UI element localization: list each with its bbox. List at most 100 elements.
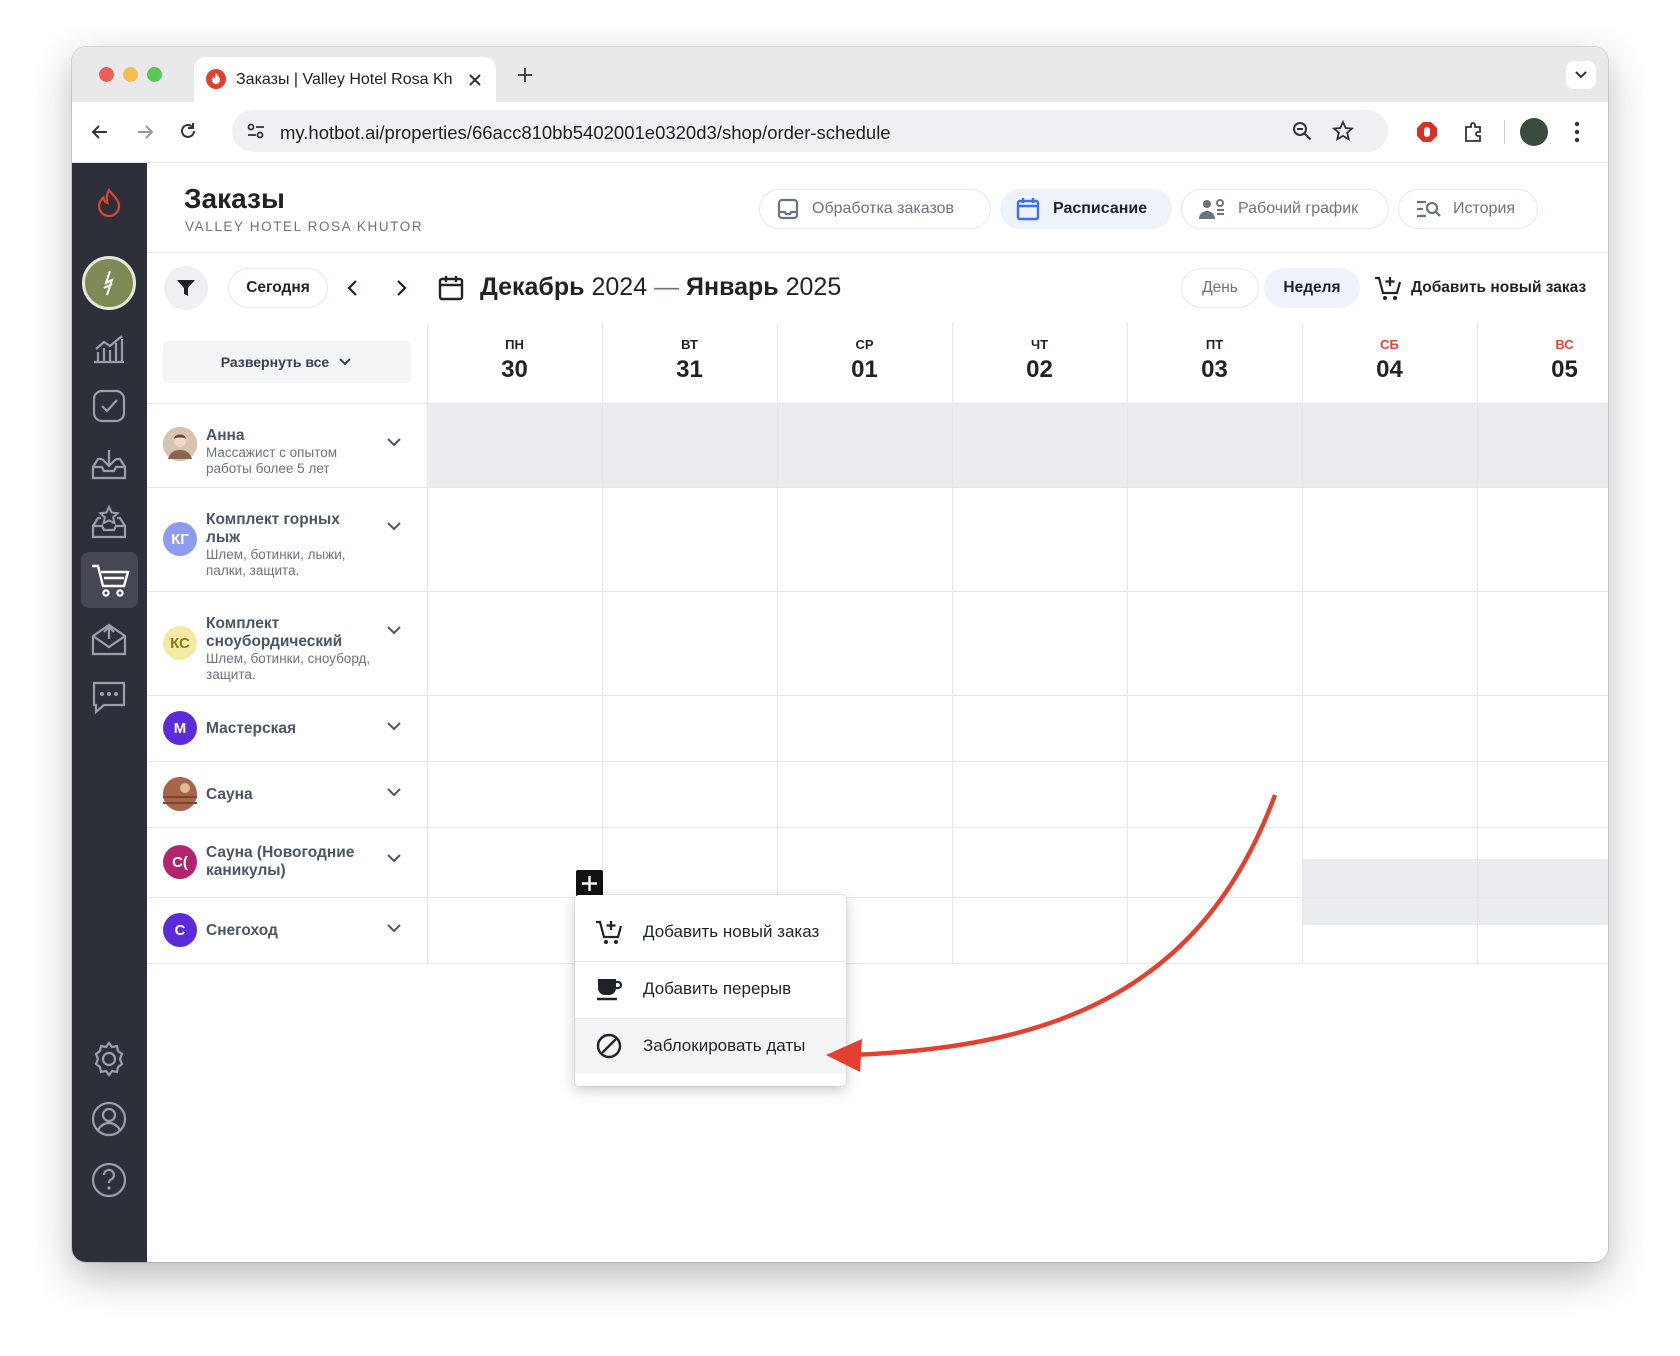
property-avatar[interactable] [82, 256, 136, 310]
resource-row[interactable]: КС Комплект сноубордический Шлем, ботинки… [147, 591, 427, 695]
coffee-cup-icon [597, 979, 623, 1001]
add-order-label: Добавить новый заказ [1411, 279, 1587, 296]
chevron-down-icon[interactable] [385, 621, 403, 639]
back-arrow-icon[interactable] [90, 122, 110, 142]
resource-description: Массажист с опытом работы более 5 лет [206, 445, 338, 476]
day-column-header: СБ 04 [1302, 323, 1477, 403]
sidebar-item-help[interactable] [88, 1159, 130, 1201]
add-order-button[interactable]: Добавить новый заказ [1374, 268, 1594, 308]
resource-row[interactable]: С( Сауна (Новогодние каникулы) [147, 827, 427, 897]
chevron-down-icon[interactable] [385, 717, 403, 735]
menu-item-block-dates[interactable]: Заблокировать даты [575, 1019, 846, 1073]
browser-tab[interactable]: Заказы | Valley Hotel Rosa Kh [194, 57, 496, 102]
tab-order-processing[interactable]: Обработка заказов [759, 189, 991, 229]
reload-icon[interactable] [178, 121, 198, 141]
zoom-icon[interactable] [1292, 121, 1312, 141]
view-day-button[interactable]: День [1181, 268, 1259, 308]
sidebar-item-shop[interactable] [81, 552, 138, 608]
view-week-button[interactable]: Неделя [1264, 268, 1360, 308]
previous-week-icon[interactable] [344, 279, 362, 297]
sidebar-item-mail[interactable] [88, 618, 130, 660]
today-button[interactable]: Сегодня [228, 268, 328, 308]
tab-schedule[interactable]: Расписание [1000, 189, 1172, 229]
resource-row[interactable]: С Снегоход [147, 897, 427, 963]
tab-schedule-label: Расписание [1053, 200, 1148, 217]
sidebar-item-reviews[interactable] [88, 501, 130, 543]
day-column-header: ЧТ 02 [952, 323, 1127, 403]
close-tab-icon[interactable] [468, 73, 482, 87]
adblock-extension-icon[interactable] [1415, 120, 1439, 144]
chevron-down-icon[interactable] [385, 919, 403, 937]
app-logo[interactable] [88, 183, 130, 225]
day-column-header: СР 01 [777, 323, 952, 403]
analytics-chart-icon [94, 335, 124, 364]
tab-history[interactable]: История [1398, 189, 1538, 229]
next-week-icon[interactable] [392, 279, 410, 297]
menu-item-label: Заблокировать даты [643, 1036, 806, 1055]
date-range-calendar-icon[interactable] [437, 274, 465, 302]
page-subtitle: VALLEY HOTEL ROSA KHUTOR [185, 219, 424, 234]
chevron-down-icon[interactable] [385, 849, 403, 867]
avatar: С [163, 913, 197, 947]
resource-row[interactable]: М Мастерская [147, 695, 427, 761]
tab-search-button[interactable] [1566, 61, 1596, 89]
toolbar-divider [1504, 120, 1505, 144]
resource-title: Мастерская [206, 720, 297, 737]
star-tray-icon [91, 504, 127, 539]
profile-avatar[interactable] [1520, 118, 1548, 146]
sidebar-item-profile[interactable] [88, 1098, 130, 1140]
resource-row[interactable]: КГ Комплект горных лыж Шлем, ботинки, лыж… [147, 487, 427, 591]
blocked-cells-workshop[interactable] [1302, 859, 1608, 925]
property-logo-icon [103, 270, 114, 296]
resource-row[interactable]: Анна Массажист с опытом работы более 5 ле… [147, 403, 427, 487]
menu-item-add-order[interactable]: Добавить новый заказ [575, 905, 846, 959]
address-bar[interactable]: my.hotbot.ai/properties/66acc810bb540200… [232, 110, 1388, 152]
bookmark-star-icon[interactable] [1332, 120, 1354, 142]
add-slot-button[interactable] [576, 870, 603, 897]
day-number: 01 [851, 356, 878, 383]
grid-column-line [602, 323, 603, 963]
resource-title: Анна [206, 427, 245, 444]
day-of-week: ПТ [1205, 337, 1224, 352]
tab-order-processing-label: Обработка заказов [812, 200, 954, 217]
new-tab-icon[interactable] [516, 66, 534, 84]
grid-column-line [1127, 323, 1128, 963]
filter-funnel-icon [177, 280, 195, 296]
maximize-window-button[interactable] [147, 67, 162, 82]
menu-item-label: Добавить новый заказ [643, 922, 820, 941]
grid-column-line [1477, 323, 1478, 963]
day-column-header: ВТ 31 [602, 323, 777, 403]
chevron-down-icon[interactable] [385, 517, 403, 535]
forward-arrow-icon[interactable] [135, 122, 155, 142]
person-photo-icon [163, 427, 197, 461]
resource-title: Сауна (Новогодние каникулы) [206, 844, 355, 879]
chevron-down-icon[interactable] [385, 433, 403, 451]
tab-work-schedule[interactable]: Рабочий график [1181, 189, 1389, 229]
blocked-cells-anna[interactable] [427, 403, 1608, 487]
app-main: Заказы VALLEY HOTEL ROSA KHUTOR Обработк… [147, 163, 1608, 1262]
chevron-down-icon [1575, 71, 1587, 79]
avatar: КС [163, 626, 197, 660]
sidebar-item-chat[interactable] [88, 676, 130, 718]
menu-item-add-break[interactable]: Добавить перерыв [575, 962, 846, 1016]
filter-button[interactable] [164, 266, 208, 310]
sidebar-item-analytics[interactable] [88, 327, 130, 369]
sidebar-item-inbox[interactable] [88, 443, 130, 485]
browser-menu-icon[interactable] [1574, 120, 1580, 144]
mail-send-icon [91, 623, 127, 656]
sauna-photo-icon [163, 777, 197, 811]
menu-item-label: Добавить перерыв [643, 979, 792, 998]
avatar: С( [163, 845, 197, 879]
day-of-week: ПН [505, 337, 524, 352]
close-window-button[interactable] [99, 67, 114, 82]
extensions-puzzle-icon[interactable] [1462, 120, 1486, 144]
chevron-down-icon[interactable] [385, 783, 403, 801]
day-number: 02 [1026, 356, 1053, 383]
sidebar-item-tasks[interactable] [88, 385, 130, 427]
flame-logo-icon [97, 188, 121, 218]
minimize-window-button[interactable] [123, 67, 138, 82]
site-settings-icon[interactable] [246, 122, 266, 140]
sidebar-item-settings[interactable] [88, 1038, 130, 1080]
resource-row[interactable]: Сауна [147, 761, 427, 827]
resource-name: Мастерская [206, 720, 376, 738]
